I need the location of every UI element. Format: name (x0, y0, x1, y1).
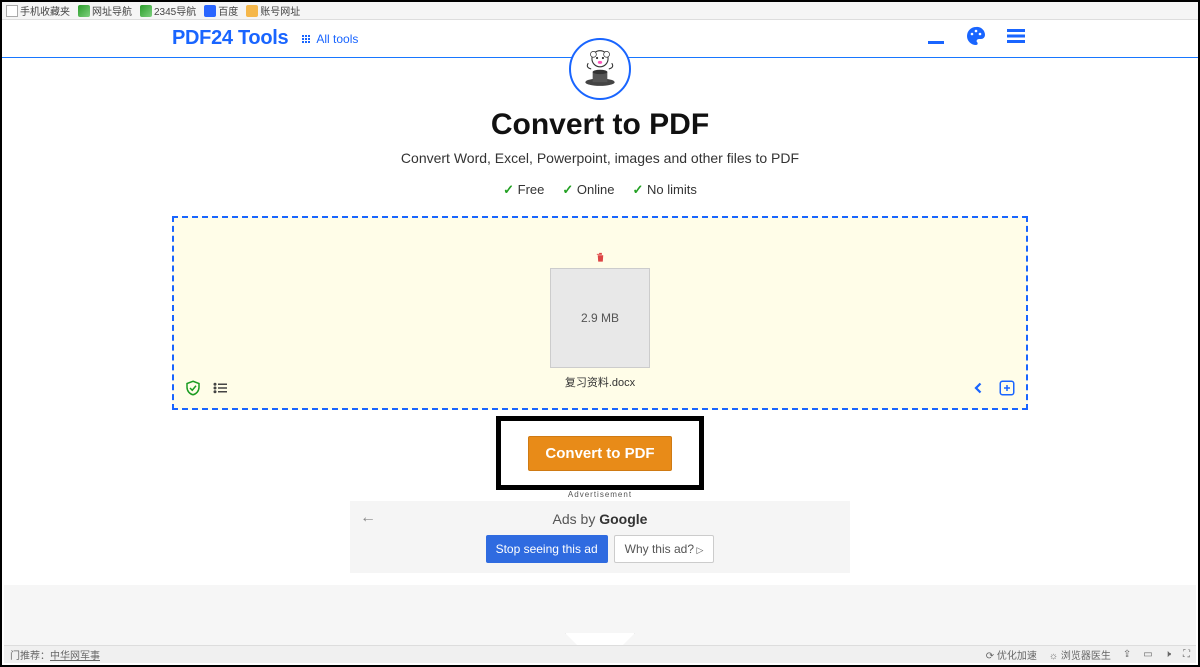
feature-item: No limits (632, 182, 696, 198)
favorite-item[interactable]: 百度 (204, 3, 238, 18)
shield-icon[interactable] (184, 379, 202, 402)
convert-highlight-box: Convert to PDF (496, 416, 704, 490)
grid-icon (302, 35, 310, 43)
file-name: 复习资料.docx (550, 374, 650, 390)
browser-status-bar: 门推荐： 中华网军事 ⟳ 优化加速 ☼ 浏览器医生 ⇪ ▭ 🕨 ⛶ (4, 645, 1196, 663)
volume-icon[interactable]: 🕨 (1165, 649, 1171, 660)
page-subtitle: Convert Word, Excel, Powerpoint, images … (172, 150, 1028, 166)
uploaded-file[interactable]: 2.9 MB 复习资料.docx (550, 252, 650, 390)
expand-icon[interactable]: ⛶ (1183, 649, 1190, 660)
file-size: 2.9 MB (581, 311, 619, 325)
file-thumbnail: 2.9 MB (550, 268, 650, 368)
ad-panel: ← Ads by Google Stop seeing this ad Why … (350, 501, 850, 573)
file-dropzone[interactable]: 2.9 MB 复习资料.docx (172, 216, 1028, 410)
ad-attribution: Ads by Google (360, 511, 840, 527)
download-icon[interactable] (924, 24, 948, 53)
stop-ad-button[interactable]: Stop seeing this ad (486, 535, 608, 563)
screenshot-icon[interactable]: ▭ (1143, 649, 1152, 660)
browser-favorites-bar: 手机收藏夹 网址导航 2345导航 百度 账号网址 (2, 2, 1198, 20)
brand-logo-text[interactable]: PDF24 Tools (172, 27, 288, 50)
menu-icon[interactable] (1004, 24, 1028, 53)
favorite-item[interactable]: 2345导航 (140, 3, 196, 18)
sheep-hat-icon (578, 47, 622, 91)
feature-item: Free (503, 182, 544, 198)
share-icon[interactable]: ⇪ (1123, 649, 1131, 660)
feature-item: Online (562, 182, 614, 198)
favorite-item[interactable]: 账号网址 (246, 3, 300, 18)
brand-logo-badge[interactable] (569, 38, 631, 100)
ad-back-icon[interactable]: ← (360, 509, 376, 527)
feature-list: Free Online No limits (172, 182, 1028, 198)
convert-button[interactable]: Convert to PDF (528, 436, 671, 471)
palette-icon[interactable] (964, 24, 988, 53)
footer-recommend-link[interactable]: 中华网军事 (50, 647, 100, 662)
list-icon[interactable] (212, 379, 230, 402)
page-title: Convert to PDF (172, 108, 1028, 142)
ad-label: Advertisement (172, 490, 1028, 499)
optimize-icon[interactable]: ⟳ 优化加速 (986, 647, 1037, 662)
all-tools-label: All tools (316, 32, 358, 46)
why-ad-button[interactable]: Why this ad? (614, 535, 715, 563)
site-header: PDF24 Tools All tools (2, 20, 1198, 58)
browser-doctor-icon[interactable]: ☼ 浏览器医生 (1049, 647, 1111, 662)
footer-recommend-label: 门推荐： (10, 647, 50, 662)
chevron-left-icon[interactable] (970, 379, 988, 402)
favorite-item[interactable]: 手机收藏夹 (6, 3, 70, 18)
add-file-icon[interactable] (998, 379, 1016, 402)
favorite-item[interactable]: 网址导航 (78, 3, 132, 18)
all-tools-link[interactable]: All tools (302, 32, 358, 46)
delete-file-icon[interactable] (550, 252, 650, 266)
